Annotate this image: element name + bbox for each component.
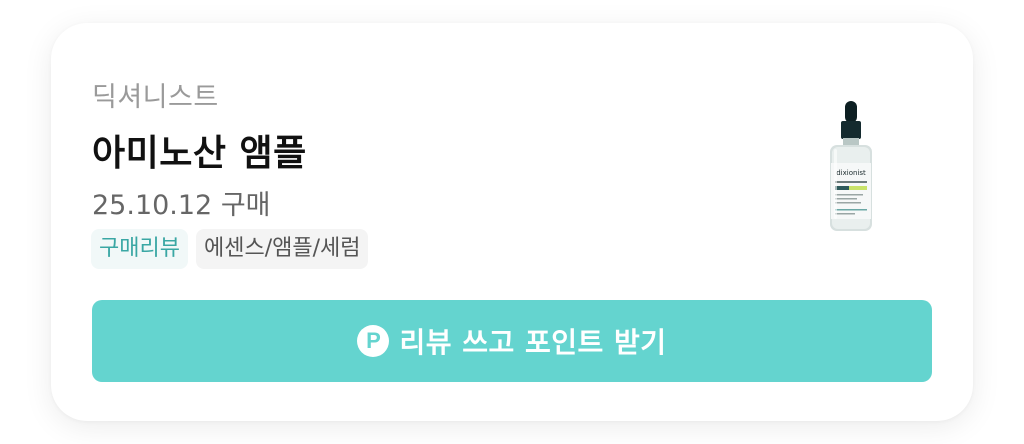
write-review-get-points-button[interactable]: P 리뷰 쓰고 포인트 받기	[92, 300, 932, 382]
tag-category: 에센스/앰플/세럼	[195, 229, 369, 269]
point-icon: P	[357, 325, 390, 357]
write-review-button-label: 리뷰 쓰고 포인트 받기	[399, 326, 667, 359]
product-name: 아미노산 앰플	[92, 133, 307, 174]
purchase-date: 25.10.12 구매	[92, 190, 271, 221]
tag-purchase-review: 구매리뷰	[91, 229, 188, 269]
product-thumbnail: dixionist	[821, 99, 881, 234]
svg-text:dixionist: dixionist	[836, 169, 866, 177]
review-product-card: 딕셔니스트 아미노산 앰플 25.10.12 구매 구매리뷰 에센스/앰플/세럼…	[51, 23, 973, 421]
brand-name: 딕셔니스트	[92, 82, 219, 113]
serum-bottle-image: dixionist	[830, 101, 872, 231]
tag-list: 구매리뷰 에센스/앰플/세럼	[91, 229, 369, 269]
